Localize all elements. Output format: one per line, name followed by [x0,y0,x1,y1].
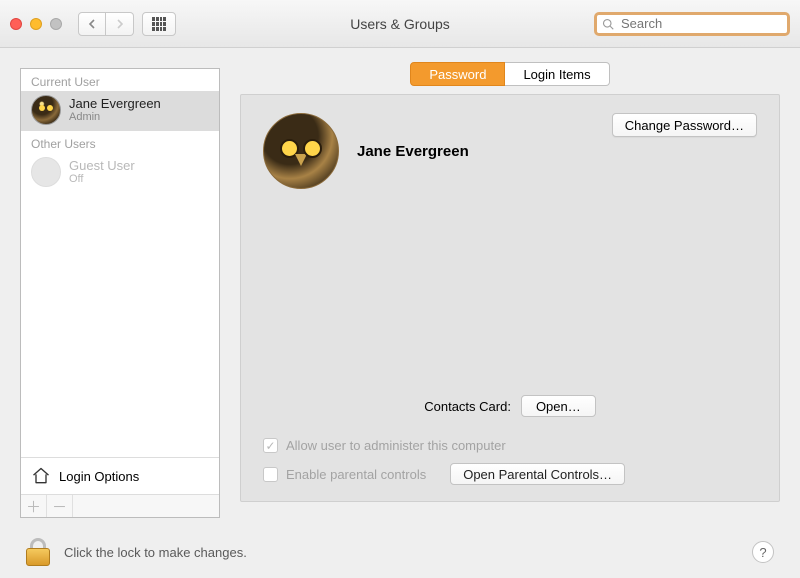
back-button[interactable] [78,12,106,36]
grid-icon [152,17,166,31]
sidebar-other-user[interactable]: Guest User Off [21,153,219,193]
tab-password[interactable]: Password [410,62,505,86]
change-password-button[interactable]: Change Password… [612,113,757,137]
open-contacts-button[interactable]: Open… [521,395,596,417]
show-all-button[interactable] [142,12,176,36]
login-options-button[interactable]: Login Options [21,457,219,494]
window-title: Users & Groups [350,16,450,32]
search-icon [602,18,614,30]
user-picture[interactable] [263,113,339,189]
window-controls [10,18,62,30]
main-panel: Password Login Items Jane Evergreen Chan… [240,68,780,518]
open-parental-controls-button[interactable]: Open Parental Controls… [450,463,625,485]
parental-controls-row: Enable parental controls Open Parental C… [263,463,757,485]
search-input[interactable] [594,12,790,36]
contacts-row: Contacts Card: Open… [241,395,779,417]
forward-button[interactable] [106,12,134,36]
titlebar: Users & Groups [0,0,800,48]
nav-buttons [78,12,134,36]
other-users-label: Other Users [21,131,219,153]
help-button[interactable]: ? [752,541,774,563]
allow-admin-row: ✓ Allow user to administer this computer [263,438,757,453]
house-icon [31,466,51,486]
enable-parental-checkbox[interactable] [263,467,278,482]
search-wrap [594,12,790,36]
tab-bar: Password Login Items [240,62,780,86]
user-name: Jane Evergreen [69,97,161,111]
close-window-icon[interactable] [10,18,22,30]
remove-user-button[interactable]: － [47,495,73,517]
admin-checkboxes: ✓ Allow user to administer this computer… [263,438,757,485]
user-role: Admin [69,111,161,123]
minimize-window-icon[interactable] [30,18,42,30]
enable-parental-label: Enable parental controls [286,467,426,482]
add-user-button[interactable]: ＋ [21,495,47,517]
password-panel: Jane Evergreen Change Password… Contacts… [240,94,780,502]
allow-admin-checkbox[interactable]: ✓ [263,438,278,453]
current-user-label: Current User [21,69,219,91]
tab-login-items[interactable]: Login Items [505,62,609,86]
sidebar-current-user[interactable]: Jane Evergreen Admin [21,91,219,131]
zoom-window-icon [50,18,62,30]
login-options-label: Login Options [59,469,139,484]
full-name: Jane Evergreen [357,143,469,160]
avatar-placeholder-icon [31,157,61,187]
lock-hint: Click the lock to make changes. [64,545,247,560]
lock-button[interactable] [26,538,50,566]
user-role: Off [69,173,135,185]
allow-admin-label: Allow user to administer this computer [286,438,506,453]
footer: Click the lock to make changes. ? [0,526,800,578]
lock-body-icon [26,548,50,566]
actions-spacer [73,495,219,517]
contacts-label: Contacts Card: [424,399,511,414]
user-sidebar: Current User Jane Evergreen Admin Other … [20,68,220,518]
user-name: Guest User [69,159,135,173]
add-remove-bar: ＋ － [21,494,219,517]
avatar-icon [31,95,61,125]
